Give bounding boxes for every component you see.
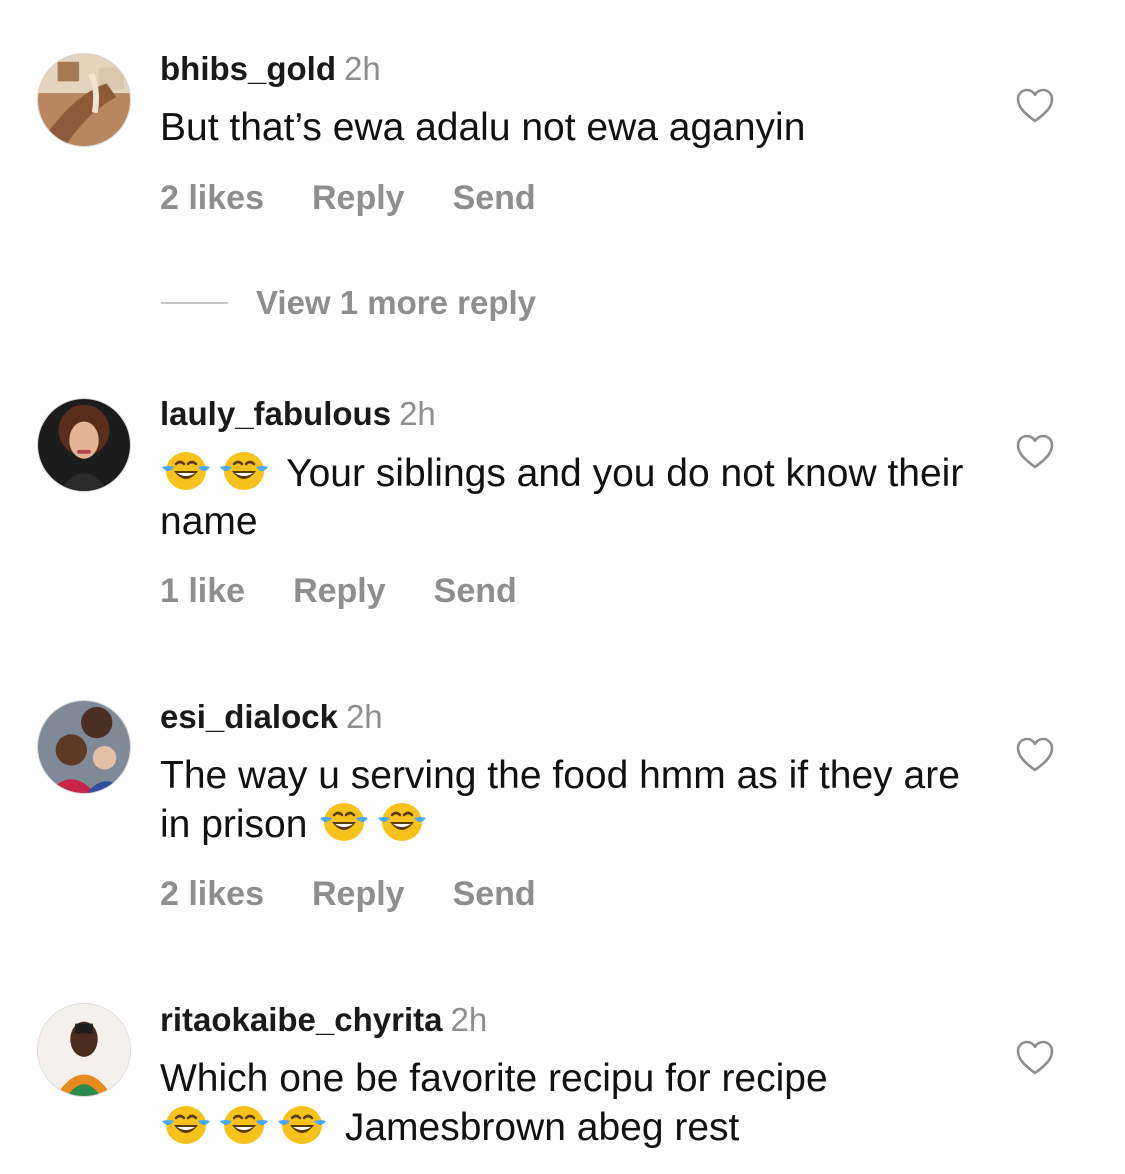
view-more-replies-label[interactable]: View 1 more reply	[256, 284, 536, 321]
username[interactable]: lauly_fabulous	[160, 395, 391, 432]
reply-button[interactable]: Reply	[293, 572, 386, 610]
likes-count[interactable]: 1 like	[160, 572, 245, 610]
likes-count[interactable]: 2 likes	[160, 875, 264, 913]
comment-actions: 2 likes Reply Send	[160, 875, 584, 914]
comment-text: But that’s ewa adalu not ewa aganyin	[160, 106, 806, 149]
timestamp: 2h	[345, 698, 383, 735]
send-button[interactable]: Send	[434, 572, 517, 610]
comment-header: lauly_fabulous 2h	[160, 395, 436, 433]
heart-outline-icon[interactable]	[1016, 1040, 1054, 1076]
username[interactable]: bhibs_gold	[160, 50, 336, 87]
comment-header: bhibs_gold 2h	[160, 50, 381, 88]
timestamp: 2h	[344, 50, 381, 87]
comment-text-body: Your siblings and you do not know their …	[160, 452, 964, 543]
face-with-tears-of-joy-icon	[318, 800, 370, 844]
divider-line	[161, 302, 228, 304]
face-with-tears-of-joy-icon	[376, 800, 428, 844]
comment-actions: 1 like Reply Send	[160, 572, 565, 611]
face-with-tears-of-joy-icon	[218, 1103, 270, 1147]
heart-outline-icon[interactable]	[1016, 88, 1054, 124]
likes-count[interactable]: 2 likes	[160, 179, 264, 217]
comment-header: ritaokaibe_chyrita 2h	[160, 1001, 487, 1039]
reply-button[interactable]: Reply	[312, 179, 405, 217]
send-button[interactable]: Send	[453, 875, 536, 913]
heart-outline-icon[interactable]	[1016, 737, 1054, 773]
reply-button[interactable]: Reply	[312, 875, 405, 913]
send-button[interactable]: Send	[453, 179, 536, 217]
timestamp: 2h	[399, 395, 436, 432]
avatar[interactable]	[37, 700, 131, 794]
face-with-tears-of-joy-icon	[276, 1103, 328, 1147]
comment-text-body: The way u serving the food hmm as if the…	[160, 754, 960, 846]
face-with-tears-of-joy-icon	[160, 449, 212, 493]
avatar[interactable]	[37, 53, 131, 147]
avatar[interactable]	[37, 398, 131, 492]
comment-header: esi_dialock 2h	[160, 698, 383, 736]
comment-actions: 2 likes Reply Send	[160, 179, 584, 218]
comment-text: Which one be favorite recipu for recipe …	[160, 1055, 970, 1152]
username[interactable]: esi_dialock	[160, 698, 338, 735]
comment-text-line1: Which one be favorite recipu for recipe	[160, 1057, 828, 1100]
comment-text-line2: Jamesbrown abeg rest	[344, 1106, 740, 1149]
timestamp: 2h	[450, 1001, 488, 1038]
avatar[interactable]	[37, 1003, 131, 1097]
heart-outline-icon[interactable]	[1016, 434, 1054, 470]
view-more-replies[interactable]: View 1 more reply	[161, 284, 536, 322]
username[interactable]: ritaokaibe_chyrita	[160, 1001, 442, 1038]
comment-text: Your siblings and you do not know their …	[160, 449, 970, 546]
face-with-tears-of-joy-icon	[218, 449, 270, 493]
comment-text: The way u serving the food hmm as if the…	[160, 752, 970, 849]
face-with-tears-of-joy-icon	[160, 1103, 212, 1147]
